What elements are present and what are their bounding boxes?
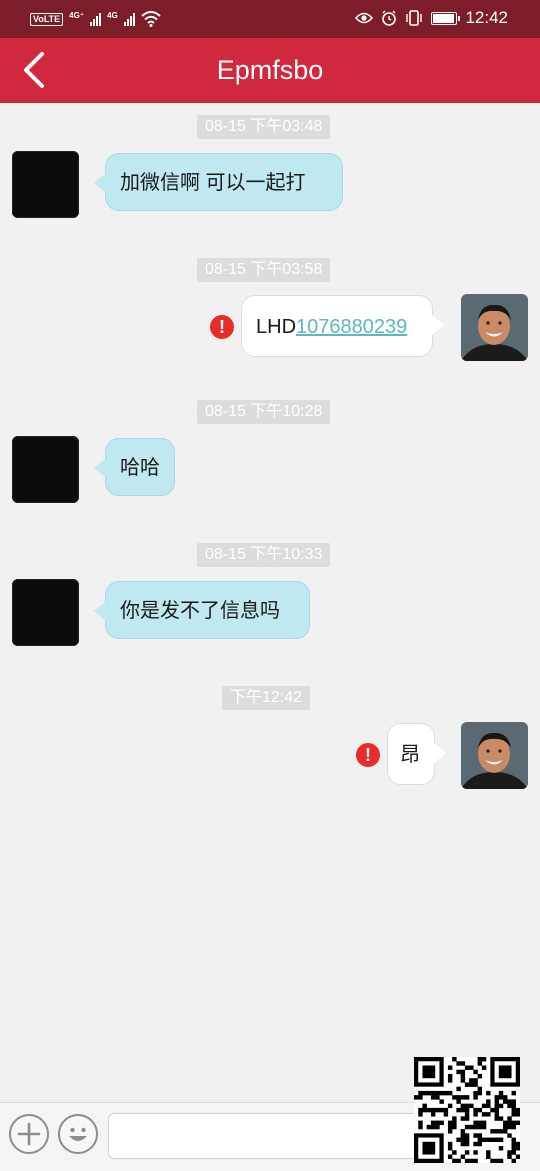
outgoing-message-bubble[interactable]: 昂	[387, 723, 446, 785]
send-failed-icon[interactable]: !	[356, 743, 380, 767]
my-avatar[interactable]	[461, 722, 528, 789]
contact-avatar[interactable]	[12, 436, 79, 503]
plus-icon	[17, 1122, 41, 1146]
message-text: LHD	[256, 316, 297, 338]
phone-link[interactable]: 1076880239	[296, 316, 407, 338]
chevron-left-icon	[24, 52, 44, 88]
volte-icon: VoLTE	[30, 12, 64, 26]
incoming-message-bubble[interactable]: 你是发不了信息吗	[94, 581, 310, 639]
clock: 12:42	[465, 8, 508, 27]
message-timestamp: 08-15 下午03:48	[197, 115, 331, 139]
eye-icon	[355, 12, 374, 24]
add-button[interactable]	[9, 1114, 49, 1154]
status-right: 12:42	[355, 8, 508, 28]
vibrate-icon	[406, 10, 423, 26]
portrait-photo	[461, 294, 528, 361]
alarm-icon	[382, 10, 397, 26]
chat-title: Epmfsbo	[216, 55, 324, 85]
incoming-message-bubble[interactable]: 加微信啊 可以一起打	[94, 153, 343, 211]
message-timestamp: 08-15 下午10:33	[197, 543, 331, 567]
contact-avatar[interactable]	[12, 579, 79, 646]
outgoing-message-bubble[interactable]: LHD1076880239	[241, 295, 444, 357]
emoji-button[interactable]	[58, 1114, 98, 1154]
message-timestamp: 08-15 下午10:28	[197, 400, 331, 424]
status-bar: VoLTE 4G⁺ 4G 12:42	[0, 0, 540, 38]
message-timestamp: 08-15 下午03:58	[197, 258, 331, 282]
smiley-icon	[69, 1127, 87, 1141]
portrait-photo	[461, 722, 528, 789]
back-button[interactable]	[12, 46, 60, 94]
send-failed-icon[interactable]: !	[210, 315, 234, 339]
contact-avatar[interactable]	[12, 151, 79, 218]
network-type-2: 4G	[107, 10, 118, 20]
wifi-icon	[141, 11, 161, 27]
message-input[interactable]	[108, 1113, 428, 1159]
signal-icon-2	[123, 12, 135, 26]
incoming-message-bubble[interactable]: 哈哈	[94, 438, 175, 496]
status-left: VoLTE 4G⁺ 4G	[30, 10, 161, 28]
battery-icon	[431, 11, 461, 25]
signal-icon	[90, 12, 102, 26]
network-type-1: 4G⁺	[69, 10, 85, 20]
chat-header: Epmfsbo	[0, 38, 540, 103]
my-avatar[interactable]	[461, 294, 528, 361]
qr-code-image	[414, 1057, 520, 1163]
message-timestamp: 下午12:42	[222, 686, 311, 710]
